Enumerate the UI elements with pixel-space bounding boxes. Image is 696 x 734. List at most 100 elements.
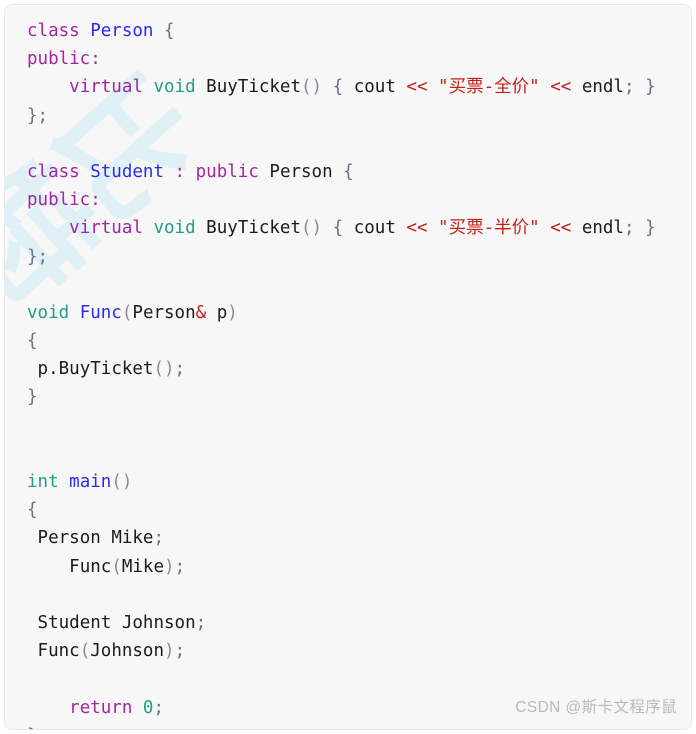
code-token-brace: {: [332, 77, 344, 98]
code-token-plain: Johnson: [121, 612, 196, 633]
code-token-type: int: [27, 472, 59, 492]
code-token-paren: (): [111, 472, 133, 492]
code-token-type: 0: [142, 697, 154, 718]
code-token-plain: cout: [353, 77, 396, 98]
code-token-type: void: [153, 77, 196, 98]
code-line: void Func(Person& p): [5, 299, 691, 327]
code-line: Func(Mike);: [5, 553, 691, 581]
code-token-semi: ;: [623, 218, 635, 239]
code-token-kw: public: [195, 161, 259, 182]
code-token-str: "买票-半价": [438, 218, 540, 239]
code-token-semi: ;: [153, 697, 165, 718]
code-token-op: &: [195, 302, 207, 323]
code-token-kw: virtual: [69, 218, 143, 239]
code-token-brace: }: [645, 218, 656, 239]
code-line: virtual void BuyTicket() { cout << "买票-半…: [5, 214, 691, 242]
code-token-plain: BuyTicket: [58, 359, 154, 380]
code-line: };: [5, 102, 691, 130]
code-token-plain: Person: [37, 528, 101, 549]
code-token-plain: Person: [132, 302, 196, 323]
code-token-name: Person: [90, 21, 154, 41]
code-token-plain: BuyTicket: [206, 77, 301, 98]
code-token-paren: ): [164, 556, 175, 577]
code-token-plain: Student: [37, 612, 112, 633]
code-token-paren: (): [153, 359, 175, 380]
code-line: Func(Johnson);: [5, 637, 691, 665]
code-line: Student Johnson;: [5, 609, 691, 637]
code-token-brace: };: [27, 246, 49, 267]
code-token-plain: p: [37, 359, 49, 380]
code-token-plain: Mike: [111, 528, 154, 549]
code-token-brace: }: [27, 387, 38, 408]
code-token-paren: ): [164, 641, 175, 662]
code-token-paren: (: [111, 556, 122, 577]
code-token-name: Func: [79, 302, 122, 323]
code-token-kw: :: [174, 161, 186, 182]
code-token-kw: return: [69, 697, 133, 718]
code-token-plain: Func: [37, 641, 80, 662]
code-token-plain: Mike: [121, 556, 165, 577]
code-block[interactable]: class Person {public: virtual void BuyTi…: [5, 5, 691, 729]
code-token-name: Student: [90, 161, 164, 182]
code-token-plain: endl: [581, 77, 624, 98]
code-token-plain: p: [216, 302, 228, 323]
code-token-brace: }: [27, 726, 38, 729]
code-token-plain: Johnson: [90, 641, 165, 662]
code-token-semi: ;: [623, 77, 635, 98]
code-token-paren: (: [121, 302, 133, 323]
code-token-brace: {: [343, 161, 354, 182]
code-line: class Student : public Person {: [5, 158, 691, 186]
code-token-kw: virtual: [69, 77, 143, 98]
code-token-paren: (: [79, 641, 91, 662]
code-token-op: <<: [406, 77, 428, 98]
code-token-kw: public: [27, 49, 91, 70]
code-line: p.BuyTicket();: [5, 355, 691, 383]
code-token-brace: {: [27, 331, 38, 352]
code-token-brace: {: [27, 500, 38, 521]
code-line: }: [5, 722, 691, 729]
code-line: public:: [5, 45, 691, 73]
code-token-semi: ;: [174, 556, 186, 577]
code-token-paren: (): [301, 77, 323, 98]
code-token-semi: ;: [153, 528, 165, 549]
code-token-plain: .: [48, 359, 59, 380]
code-token-plain: cout: [353, 218, 396, 239]
code-line: {: [5, 327, 691, 355]
code-token-brace: {: [164, 21, 175, 41]
code-token-op: <<: [550, 77, 572, 98]
